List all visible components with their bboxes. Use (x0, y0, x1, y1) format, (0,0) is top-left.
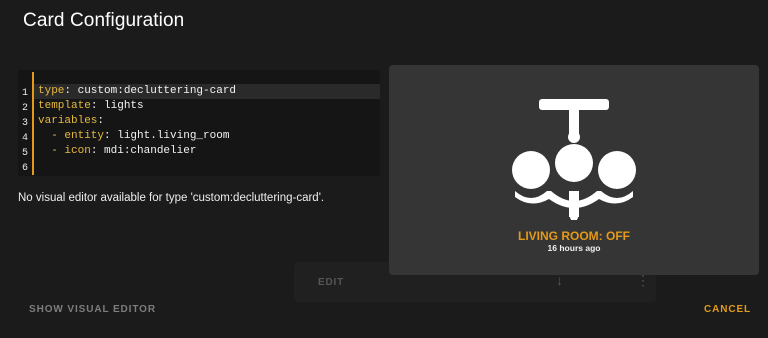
cancel-button[interactable]: CANCEL (704, 304, 751, 315)
show-visual-editor-button[interactable]: SHOW VISUAL EDITOR (29, 304, 156, 315)
line-number: 3 (21, 118, 28, 129)
yaml-code-editor[interactable]: 1 2 3 4 5 6 type: custom:decluttering-ca… (18, 70, 380, 176)
dialog-title: Card Configuration (23, 10, 185, 31)
ghost-edit-label: EDIT (318, 277, 344, 288)
line-number: 6 (21, 163, 28, 174)
card-preview[interactable]: LIVING ROOM: OFF 16 hours ago (389, 65, 759, 275)
code-line: type: custom:decluttering-card (38, 85, 237, 97)
chandelier-icon (512, 99, 636, 220)
line-number: 2 (21, 103, 28, 114)
code-line: - icon: mdi:chandelier (38, 145, 197, 157)
no-visual-editor-message: No visual editor available for type 'cus… (18, 192, 325, 204)
line-number: 1 (21, 88, 28, 99)
line-number: 5 (21, 148, 28, 159)
line-number-gutter: 1 2 3 4 5 6 (18, 86, 32, 176)
entity-state-label: LIVING ROOM: OFF (518, 229, 630, 243)
code-text[interactable]: type: custom:decluttering-card template: … (38, 84, 236, 174)
code-line: template: lights (38, 100, 144, 112)
code-line: variables: (38, 115, 105, 127)
line-number: 4 (21, 133, 28, 144)
card-configuration-dialog: Card Configuration 1 2 3 4 5 6 type: cus… (0, 0, 768, 338)
code-line: - entity: light.living_room (38, 130, 230, 142)
last-changed-label: 16 hours ago (547, 243, 601, 253)
